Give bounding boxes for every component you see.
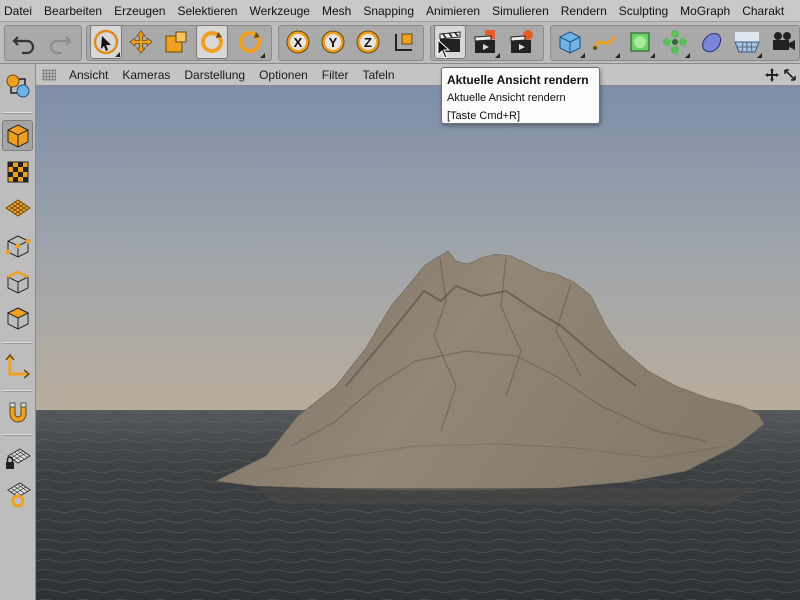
svg-text:Z: Z <box>364 35 372 50</box>
camera-button[interactable] <box>767 25 799 59</box>
x-axis-button[interactable]: X <box>282 25 314 59</box>
menu-animieren[interactable]: Animieren <box>420 0 486 21</box>
mode-switch-icon <box>6 74 29 97</box>
menu-snapping[interactable]: Snapping <box>357 0 420 21</box>
tooltip-title: Aktuelle Ansicht rendern <box>447 73 589 87</box>
rotate-tool-button[interactable] <box>196 25 228 59</box>
texture-mode-button[interactable] <box>2 156 33 187</box>
panel-grip-icon[interactable] <box>42 68 56 81</box>
z-axis-button[interactable]: Z <box>352 25 384 59</box>
move-icon <box>129 30 153 54</box>
menu-charakter[interactable]: Charakt <box>736 0 790 21</box>
render-region-icon <box>474 30 495 53</box>
axis-mode-button[interactable] <box>2 350 33 381</box>
magnet-icon <box>9 402 26 422</box>
array-icon <box>663 30 687 54</box>
model-cube-icon <box>7 123 28 148</box>
menu-selektieren[interactable]: Selektieren <box>171 0 243 21</box>
cube-button[interactable] <box>554 25 586 59</box>
checker-icon <box>7 161 28 182</box>
coordinate-system-icon <box>395 33 413 51</box>
coordinate-system-button[interactable] <box>388 25 420 59</box>
menu-simulieren[interactable]: Simulieren <box>486 0 555 21</box>
mode-switch-button[interactable] <box>2 70 33 101</box>
move-tool-button[interactable] <box>125 25 157 59</box>
points-cube-icon <box>5 234 30 258</box>
nurbs-button[interactable] <box>624 25 656 59</box>
menu-bearbeiten[interactable]: Bearbeiten <box>38 0 108 21</box>
menu-bar: Datei Bearbeiten Erzeugen Selektieren We… <box>0 0 800 22</box>
floor-button[interactable] <box>731 25 763 59</box>
undo-icon <box>12 36 35 55</box>
planar-workplane-button[interactable] <box>2 478 33 509</box>
polygons-mode-button[interactable] <box>2 302 33 333</box>
tooltip-shortcut: [Taste Cmd+R] <box>447 110 521 122</box>
lock-workplane-button[interactable] <box>2 442 33 473</box>
grid-rotate-icon <box>6 481 31 507</box>
tooltip: Aktuelle Ansicht rendern Aktuelle Ansich… <box>441 67 600 124</box>
points-mode-button[interactable] <box>2 230 33 261</box>
redo-icon <box>49 36 72 55</box>
viewport-menu-optionen[interactable]: Optionen <box>252 68 315 82</box>
axis-corner-icon <box>4 353 30 379</box>
recent-tool-button[interactable] <box>234 25 266 59</box>
viewport-menu-darstellung[interactable]: Darstellung <box>177 68 252 82</box>
deformer-button[interactable] <box>695 25 727 59</box>
menu-mograph[interactable]: MoGraph <box>674 0 736 21</box>
render-settings-button[interactable] <box>505 25 537 59</box>
tooltip-description: Aktuelle Ansicht rendern <box>447 92 566 104</box>
undo-button[interactable] <box>8 25 40 59</box>
redo-button[interactable] <box>44 25 76 59</box>
array-button[interactable] <box>659 25 691 59</box>
x-axis-icon: X <box>286 30 310 54</box>
model-mode-button[interactable] <box>2 120 33 151</box>
menu-datei[interactable]: Datei <box>0 0 38 21</box>
left-toolbar <box>0 64 36 600</box>
menu-werkzeuge[interactable]: Werkzeuge <box>243 0 315 21</box>
edges-cube-icon <box>6 270 29 294</box>
mouse-cursor-icon <box>437 39 451 59</box>
move-view-icon[interactable] <box>764 67 780 83</box>
live-selection-button[interactable] <box>90 25 122 59</box>
floor-grid-icon <box>734 32 760 53</box>
rendered-scene <box>36 86 800 600</box>
polygons-cube-icon <box>6 306 29 330</box>
render-settings-icon <box>510 30 533 53</box>
subdivision-icon <box>630 32 650 52</box>
viewport-menu-bar: Ansicht Kameras Darstellung Optionen Fil… <box>36 64 800 86</box>
spline-button[interactable] <box>589 25 621 59</box>
z-axis-icon: Z <box>356 30 380 54</box>
rotate-icon <box>239 31 261 53</box>
menu-mesh[interactable]: Mesh <box>316 0 357 21</box>
cube-icon <box>559 31 581 54</box>
edges-mode-button[interactable] <box>2 266 33 297</box>
svg-text:X: X <box>294 35 303 50</box>
main-toolbar: X Y Z <box>0 22 800 64</box>
menu-sculpting[interactable]: Sculpting <box>613 0 674 21</box>
menu-rendern[interactable]: Rendern <box>555 0 613 21</box>
snap-button[interactable] <box>2 396 33 427</box>
render-region-button[interactable] <box>469 25 501 59</box>
rotate-icon <box>201 31 223 53</box>
y-axis-button[interactable]: Y <box>317 25 349 59</box>
svg-text:Y: Y <box>329 35 338 50</box>
camera-icon <box>773 32 795 50</box>
3d-viewport[interactable] <box>36 86 800 600</box>
viewport-menu-kameras[interactable]: Kameras <box>115 68 177 82</box>
zoom-view-icon[interactable] <box>782 67 798 83</box>
viewport-menu-filter[interactable]: Filter <box>315 68 356 82</box>
workplane-mode-button[interactable] <box>2 192 33 223</box>
scale-icon <box>165 31 187 53</box>
viewport-menu-ansicht[interactable]: Ansicht <box>62 68 115 82</box>
workplane-grid-icon <box>4 198 31 217</box>
viewport-menu-tafeln[interactable]: Tafeln <box>355 68 401 82</box>
y-axis-icon: Y <box>321 30 345 54</box>
grid-lock-icon <box>5 447 31 469</box>
scale-tool-button[interactable] <box>160 25 192 59</box>
deformer-icon <box>702 33 722 53</box>
spline-pen-icon <box>593 35 617 50</box>
menu-erzeugen[interactable]: Erzeugen <box>108 0 171 21</box>
viewport-nav <box>764 67 798 83</box>
